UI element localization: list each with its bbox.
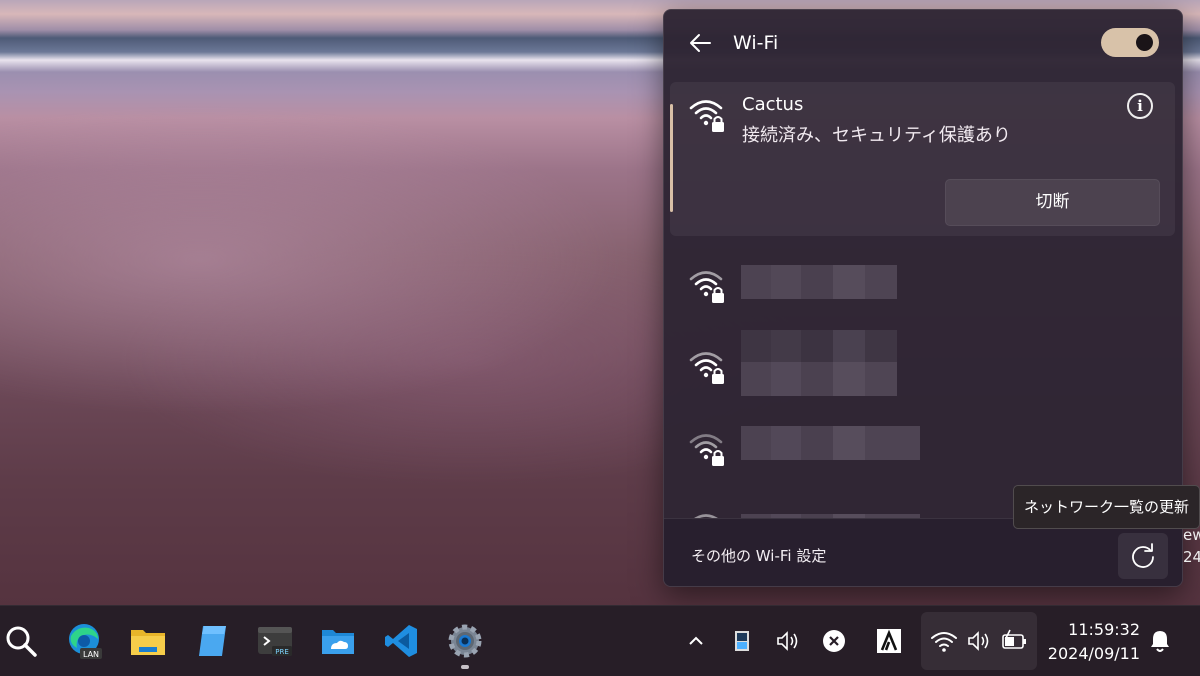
redacted-network-name <box>741 330 897 364</box>
clock-date[interactable]: 2024/09/11 <box>1040 644 1140 663</box>
desktop-text-fragment: 24 <box>1183 548 1200 566</box>
back-arrow-icon <box>690 34 711 52</box>
terminal-preview-icon[interactable]: PRE <box>256 622 294 660</box>
network-list[interactable]: Cactus 接続済み、セキュリティ保護あり i 切断 <box>664 80 1182 520</box>
info-icon[interactable]: i <box>1127 93 1153 119</box>
battery-charging-icon <box>1002 629 1026 649</box>
volume-icon[interactable] <box>773 628 803 654</box>
refresh-icon <box>1132 543 1154 568</box>
quick-settings-button[interactable] <box>921 612 1037 670</box>
network-name: Cactus <box>742 94 804 115</box>
close-circle-icon[interactable] <box>819 628 849 654</box>
refresh-tooltip: ネットワーク一覧の更新 <box>1013 485 1200 529</box>
volume-icon <box>968 631 989 651</box>
more-wifi-settings-link[interactable]: その他の Wi-Fi 設定 <box>691 545 826 566</box>
network-item[interactable] <box>664 248 1182 328</box>
settings-icon[interactable] <box>446 622 484 660</box>
terminal-badge: PRE <box>275 648 289 656</box>
file-explorer-icon[interactable] <box>129 622 167 660</box>
network-item-connected[interactable]: Cactus 接続済み、セキュリティ保護あり i 切断 <box>670 82 1175 236</box>
refresh-button[interactable] <box>1118 533 1168 579</box>
wifi-toggle[interactable] <box>1101 28 1159 57</box>
wifi-secured-icon <box>689 352 724 384</box>
search-icon[interactable] <box>2 622 40 660</box>
wifi-secured-icon <box>689 434 724 466</box>
wifi-secured-icon <box>689 100 724 132</box>
flyout-title: Wi-Fi <box>733 32 779 54</box>
network-status: 接続済み、セキュリティ保護あり <box>742 125 1011 146</box>
selection-indicator <box>670 104 673 212</box>
chevron-up-icon[interactable] <box>681 628 711 654</box>
notification-bell-icon[interactable] <box>1148 628 1172 654</box>
edge-icon[interactable]: LAN <box>65 622 103 660</box>
onedrive-folder-icon[interactable] <box>319 622 357 660</box>
desktop-text-fragment: ew <box>1183 526 1200 544</box>
running-indicator <box>461 665 469 669</box>
wifi-icon <box>931 632 957 652</box>
edge-badge: LAN <box>83 650 99 659</box>
toggle-knob <box>1136 34 1153 51</box>
adobe-icon[interactable] <box>874 628 904 654</box>
redacted-network-name <box>741 265 897 299</box>
vscode-icon[interactable] <box>383 622 421 660</box>
flyout-header: Wi-Fi <box>664 10 1182 76</box>
back-button[interactable] <box>686 30 714 56</box>
wifi-secured-icon <box>689 271 724 303</box>
clock-time[interactable]: 11:59:32 <box>1060 620 1140 639</box>
redacted-network-detail <box>741 362 897 396</box>
notepad-icon[interactable] <box>194 622 232 660</box>
network-item[interactable] <box>664 408 1182 488</box>
disconnect-button[interactable]: 切断 <box>945 179 1160 226</box>
taskbar: LAN PRE 11:59:32 2024/09/11 <box>0 605 1200 676</box>
storage-icon[interactable] <box>727 628 757 654</box>
network-item[interactable] <box>664 328 1182 408</box>
redacted-network-name <box>741 426 920 460</box>
